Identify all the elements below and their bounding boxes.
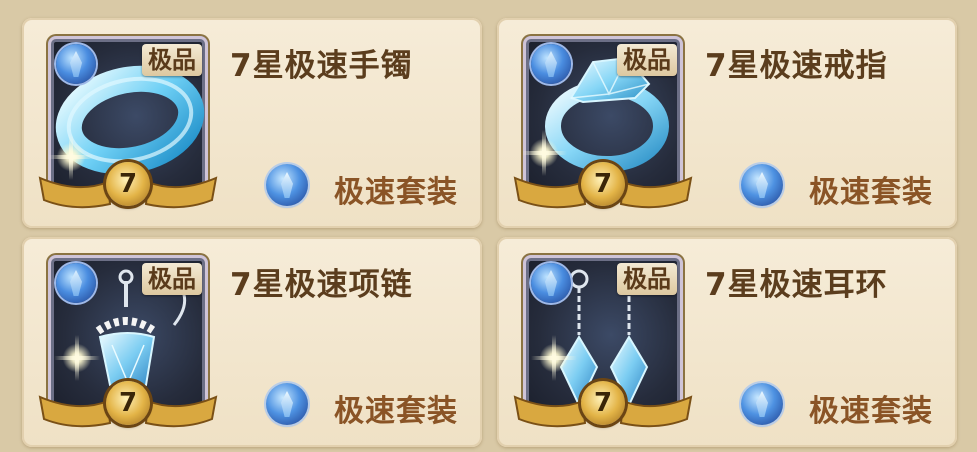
item-name: 7星极速耳环	[705, 267, 888, 303]
equipment-grid: 极品 7 7星极速手镯 极速套装 极品 7 7星极速戒指 极速套装 极品 7 7…	[0, 0, 977, 452]
star-level-badge: 7	[581, 381, 625, 425]
quality-label: 极品	[142, 263, 202, 295]
set-name: 极速套装	[334, 394, 458, 429]
set-name: 极速套装	[809, 394, 933, 429]
sparkle-icon	[537, 335, 571, 381]
equipment-card-earrings[interactable]: 极品 7 7星极速耳环 极速套装	[497, 237, 957, 447]
quality-label: 极品	[617, 44, 677, 76]
equipment-card-ring[interactable]: 极品 7 7星极速戒指 极速套装	[497, 18, 957, 228]
quality-gem-icon	[531, 44, 571, 84]
speed-set-gem-icon	[741, 383, 783, 425]
item-icon-frame[interactable]: 极品 7	[513, 34, 693, 214]
sparkle-icon	[60, 335, 94, 381]
set-name: 极速套装	[334, 175, 458, 210]
item-name: 7星极速项链	[230, 267, 413, 303]
star-level-badge: 7	[106, 162, 150, 206]
quality-label: 极品	[142, 44, 202, 76]
set-name: 极速套装	[809, 175, 933, 210]
item-icon-frame[interactable]: 极品 7	[38, 34, 218, 214]
quality-gem-icon	[56, 263, 96, 303]
equipment-card-necklace[interactable]: 极品 7 7星极速项链 极速套装	[22, 237, 482, 447]
item-name: 7星极速戒指	[705, 48, 888, 84]
item-name: 7星极速手镯	[230, 48, 413, 84]
item-icon-frame[interactable]: 极品 7	[38, 253, 218, 433]
star-level-badge: 7	[106, 381, 150, 425]
quality-gem-icon	[531, 263, 571, 303]
quality-label: 极品	[617, 263, 677, 295]
item-icon-frame[interactable]: 极品 7	[513, 253, 693, 433]
quality-gem-icon	[56, 44, 96, 84]
equipment-card-bracelet[interactable]: 极品 7 7星极速手镯 极速套装	[22, 18, 482, 228]
speed-set-gem-icon	[266, 383, 308, 425]
speed-set-gem-icon	[741, 164, 783, 206]
star-level-badge: 7	[581, 162, 625, 206]
speed-set-gem-icon	[266, 164, 308, 206]
